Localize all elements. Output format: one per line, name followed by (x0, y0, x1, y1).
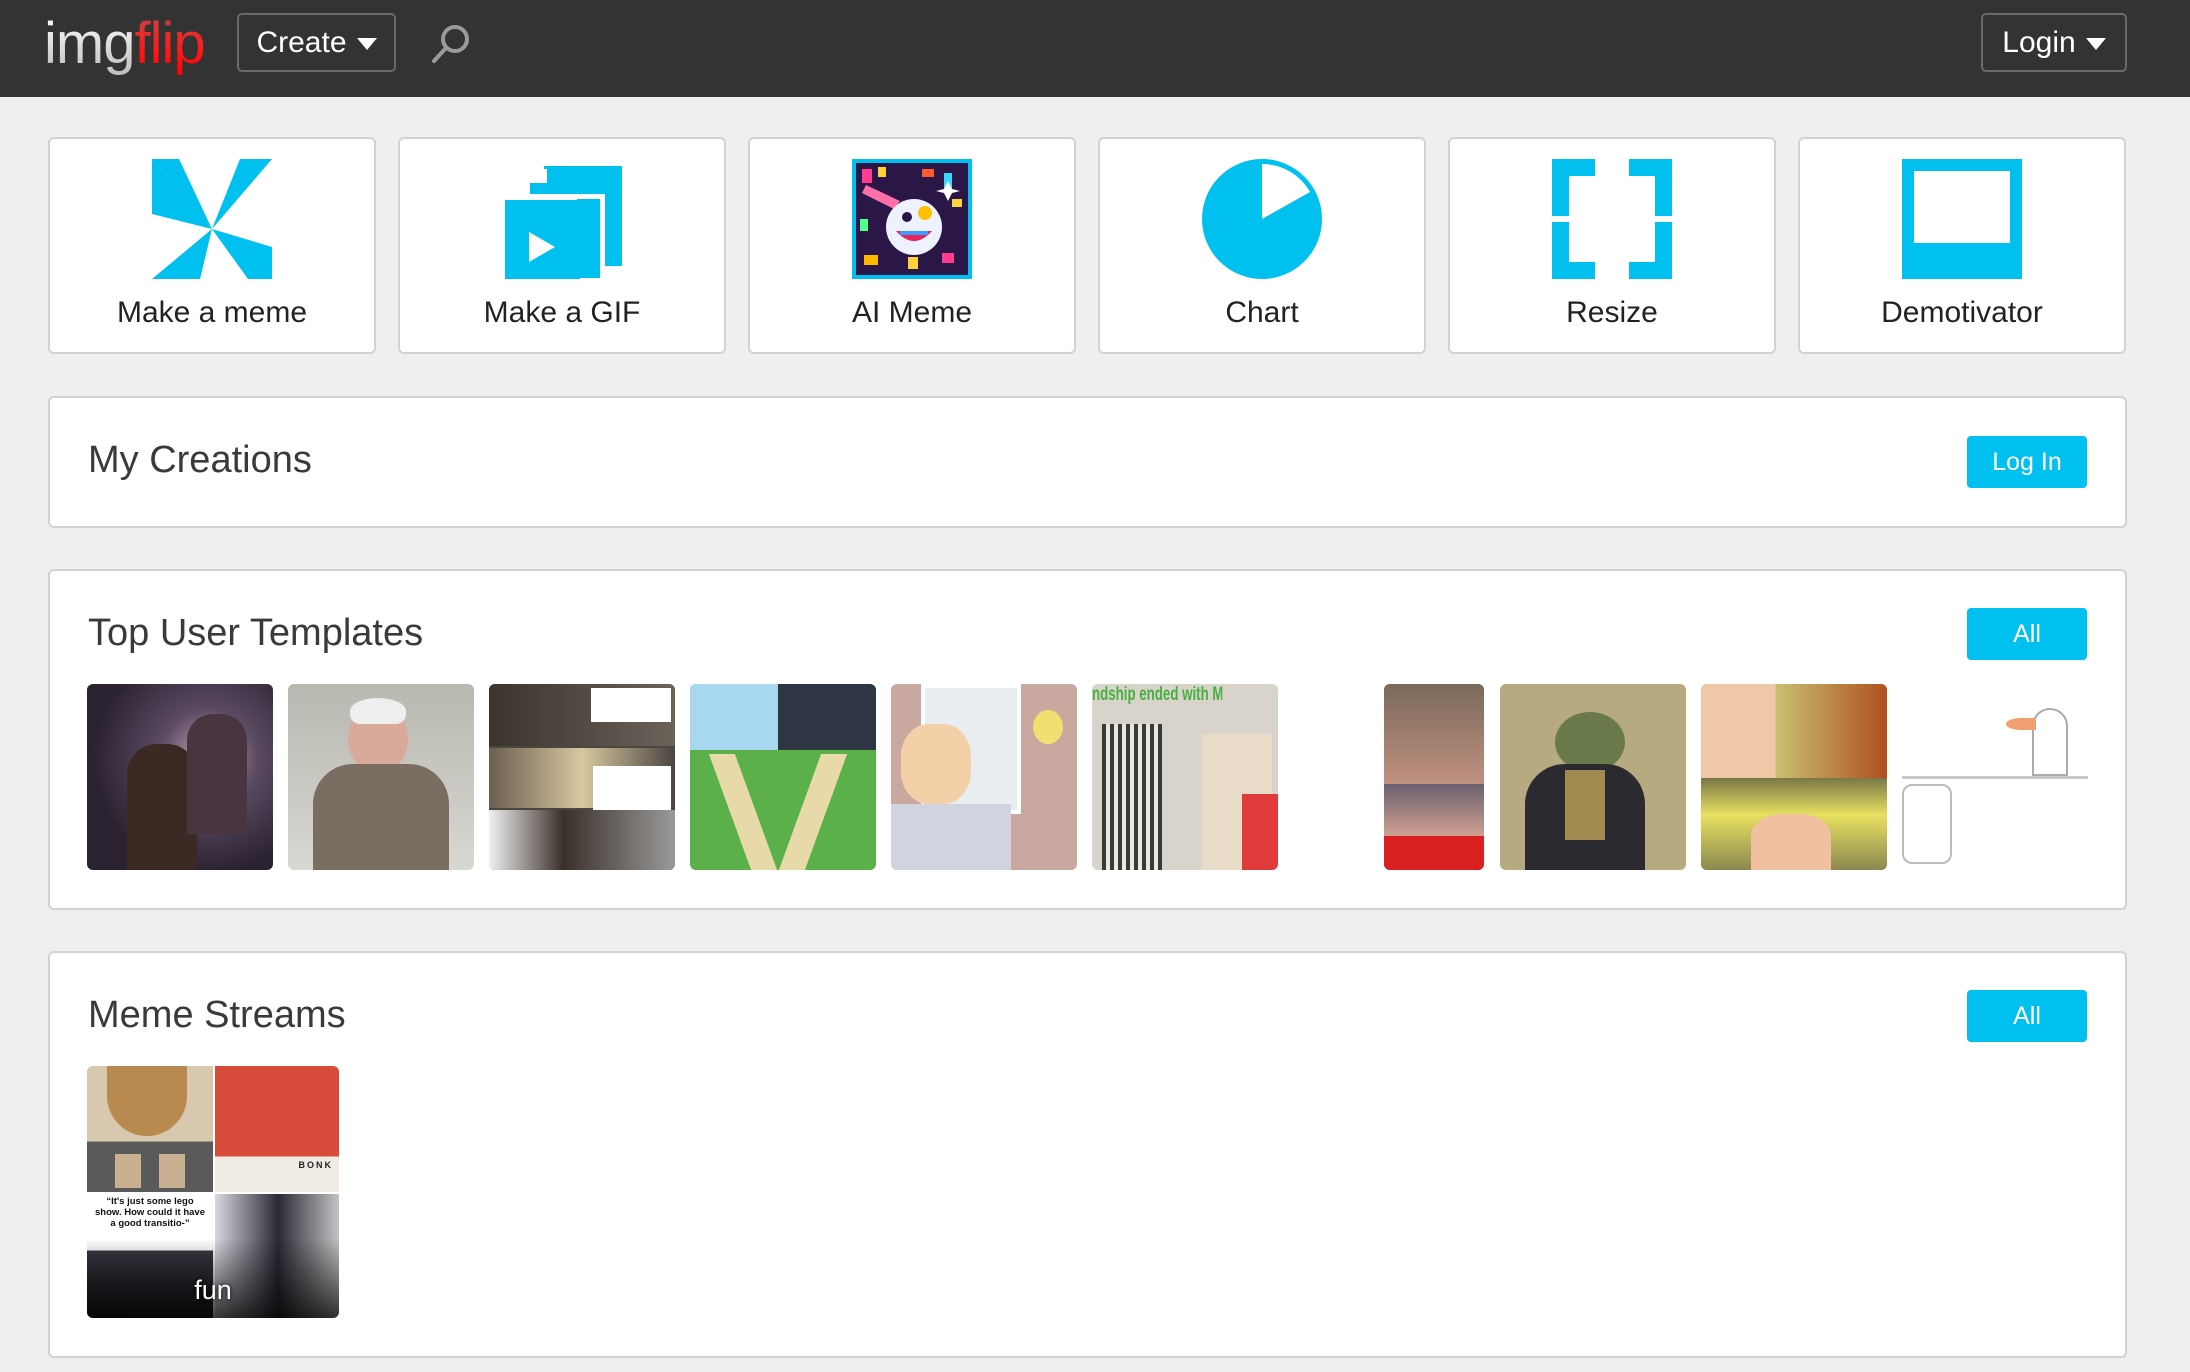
thumbnail-panel (591, 688, 671, 722)
top-user-templates-panel: Top User Templates All ndship ended with… (48, 569, 2127, 910)
thumbnail-figure (1102, 724, 1162, 870)
tool-card-chart[interactable]: Chart (1098, 137, 1426, 354)
thumbnail-butterfly (1033, 710, 1063, 744)
top-templates-title: Top User Templates (88, 612, 424, 654)
meme-streams-panel: Meme Streams All BONK “It's just some le… (48, 951, 2127, 1358)
stream-collage-dog (87, 1066, 213, 1192)
all-templates-button[interactable]: All (1967, 608, 2087, 660)
tool-card-resize[interactable]: Resize (1448, 137, 1776, 354)
template-thumbnail[interactable] (87, 684, 273, 870)
thumbnail-divider (1902, 776, 2088, 779)
thumbnail-figure (1565, 770, 1605, 840)
resize-corners-icon (1552, 159, 1672, 279)
template-thumbnail[interactable]: ndship ended with MUDAS (1092, 684, 1278, 870)
thumbnail-figure (1555, 712, 1625, 772)
thumbnail-figure (313, 764, 449, 870)
thumbnail-figure (901, 724, 971, 804)
stream-quote-text: “It's just some lego show. How could it … (95, 1196, 205, 1229)
stream-label: fun (194, 1275, 232, 1305)
template-thumbnail[interactable] (489, 684, 675, 870)
pinwheel-icon (152, 159, 272, 279)
tool-card-ai-meme[interactable]: AI Meme (748, 137, 1076, 354)
my-creations-title: My Creations (88, 439, 312, 481)
thumbnail-figure (350, 698, 406, 724)
demotivator-frame-icon (1902, 159, 2022, 279)
stream-tile-fun[interactable]: BONK “It's just some lego show. How coul… (87, 1066, 339, 1318)
thumbnail-path (708, 754, 778, 870)
log-in-button[interactable]: Log In (1967, 436, 2087, 488)
top-navbar: imgflip Create Login (0, 0, 2190, 97)
thumbnail-figure (891, 804, 1011, 870)
thumbnail-sky (690, 684, 778, 750)
thumbnail-panel (1384, 836, 1484, 870)
tool-label: Make a GIF (483, 296, 641, 329)
thumbnail-figure (1902, 784, 1952, 864)
template-thumbnail[interactable] (1384, 684, 1484, 870)
caret-down-icon (2085, 37, 2106, 50)
gif-stack-icon (502, 166, 622, 279)
thumbnail-goose (2032, 708, 2068, 776)
thumbnail-goose-beak (2006, 718, 2036, 730)
tool-card-demotivator[interactable]: Demotivator (1798, 137, 2126, 354)
caret-down-icon (356, 37, 377, 50)
logo-img-text: img (44, 11, 135, 76)
template-thumbnail[interactable] (1701, 684, 1887, 870)
thumbnail-panel (489, 810, 675, 870)
my-creations-panel: My Creations Log In (48, 396, 2127, 528)
template-thumbnail[interactable] (1902, 684, 2088, 870)
logo-flip-text: flip (134, 11, 205, 76)
pie-chart-icon (1202, 159, 1322, 279)
thumbnail-panel (593, 766, 671, 810)
all-streams-button[interactable]: All (1967, 990, 2087, 1042)
thumbnail-figure (187, 714, 247, 834)
tool-label: Resize (1566, 296, 1658, 329)
meme-streams-title: Meme Streams (88, 994, 346, 1036)
thumbnail-cup (115, 1154, 141, 1188)
create-dropdown-button[interactable]: Create (237, 13, 396, 72)
tool-label: AI Meme (851, 296, 973, 329)
thumbnail-figure (107, 1066, 187, 1136)
tool-card-make-meme[interactable]: Make a meme (48, 137, 376, 354)
thumbnail-cup (159, 1154, 185, 1188)
tool-label: Make a meme (116, 296, 308, 329)
template-thumbnail[interactable] (690, 684, 876, 870)
thumbnail-panel (1701, 684, 1887, 778)
thumbnail-panel (1384, 784, 1484, 836)
login-dropdown-button[interactable]: Login (1981, 13, 2127, 72)
thumbnail-sky (778, 684, 876, 750)
thumbnail-caption: ndship ended with MUDAS (1092, 684, 1222, 705)
ai-meme-image (852, 159, 972, 279)
template-thumbnail[interactable] (891, 684, 1077, 870)
bonk-text: BONK (298, 1160, 333, 1170)
login-label: Login (2002, 25, 2076, 59)
search-icon[interactable] (426, 20, 474, 68)
template-thumbnail[interactable] (1500, 684, 1686, 870)
imgflip-logo[interactable]: imgflip (44, 4, 206, 84)
create-label: Create (256, 25, 347, 59)
tool-label: Chart (1225, 296, 1299, 329)
thumbnail-panel (1384, 684, 1484, 784)
tool-label: Demotivator (1881, 296, 2043, 329)
stream-collage-bonk: BONK (215, 1066, 339, 1192)
template-thumbnail[interactable] (288, 684, 474, 870)
thumbnail-path (778, 754, 848, 870)
tool-card-make-gif[interactable]: Make a GIF (398, 137, 726, 354)
thumbnail-figure (1751, 814, 1831, 870)
thumbnail-figure (1242, 794, 1278, 870)
